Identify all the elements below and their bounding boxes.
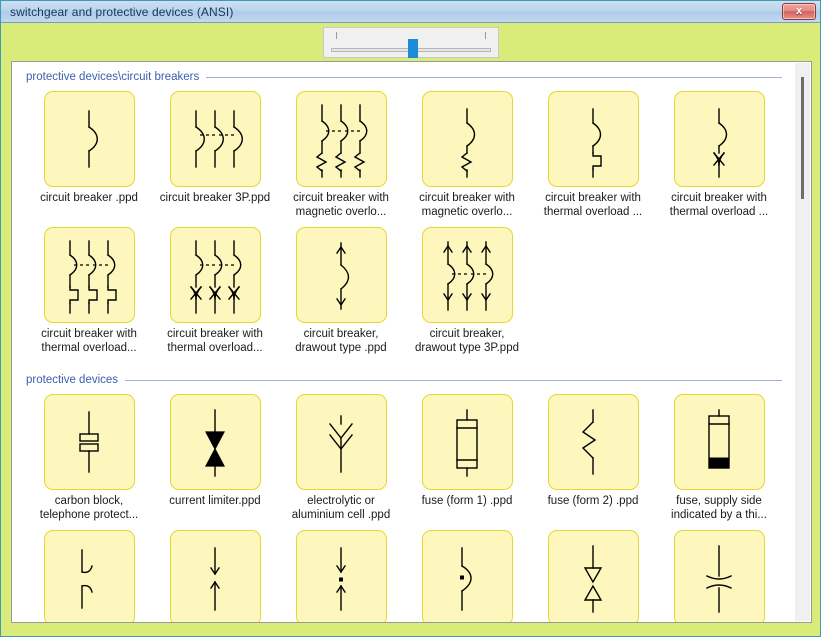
multigap-general-icon[interactable]	[295, 530, 387, 622]
symbol-item[interactable]: fuse (form 2) .ppd	[530, 394, 656, 522]
protective-gap-icon[interactable]	[547, 530, 639, 622]
symbol-label: circuit breaker with thermal overload...	[41, 328, 137, 354]
symbol-label: circuit breaker with thermal overload...	[167, 328, 263, 354]
symbol-item[interactable]: lightning arrester .ppd	[152, 530, 278, 622]
symbol-item[interactable]: sphere gap .ppd	[656, 530, 782, 622]
symbol-item[interactable]: circuit breaker with magnetic overlo...	[404, 91, 530, 219]
circuit-breaker-thermal-x-icon[interactable]	[673, 91, 765, 187]
section-divider	[125, 379, 782, 381]
fuse-form-2-icon[interactable]	[547, 394, 639, 490]
current-limiter-icon[interactable]	[169, 394, 261, 490]
symbol-item[interactable]: current limiter.ppd	[152, 394, 278, 522]
symbol-item[interactable]: multigap, general .ppd	[278, 530, 404, 622]
symbol-label: circuit breaker .ppd	[40, 192, 138, 204]
symbol-label: circuit breaker, drawout type .ppd	[295, 328, 387, 354]
lightning-arrester-icon[interactable]	[169, 530, 261, 622]
symbol-item[interactable]: fuse, supply side indicated by a thi...	[656, 394, 782, 522]
vertical-scrollbar[interactable]	[795, 63, 810, 621]
circuit-breaker-magnetic-3p-icon[interactable]	[295, 91, 387, 187]
symbol-item[interactable]: circuit breaker, drawout type 3P.ppd	[404, 227, 530, 355]
section-title: protective devices\circuit breakers	[26, 71, 200, 83]
network-protector-icon[interactable]	[421, 530, 513, 622]
horn-gap-icon[interactable]	[43, 530, 135, 622]
symbol-label: circuit breaker with thermal overload ..…	[543, 192, 643, 218]
symbol-item[interactable]: horn gap .ppd	[26, 530, 152, 622]
slider-strip	[1, 23, 820, 61]
symbol-item[interactable]: circuit breaker with thermal overload...	[26, 227, 152, 355]
symbol-section: protective devices\circuit breakers circ…	[12, 62, 796, 365]
symbol-label: circuit breaker with magnetic overlo...	[293, 192, 389, 218]
circuit-breaker-3p-icon[interactable]	[169, 91, 261, 187]
symbol-list-content: protective devices\circuit breakers circ…	[12, 62, 796, 622]
symbol-item[interactable]: circuit breaker, drawout type .ppd	[278, 227, 404, 355]
symbol-palette-window: switchgear and protective devices (ANSI)…	[0, 0, 821, 637]
symbol-label: circuit breaker with thermal overload ..…	[669, 192, 769, 218]
slider-thumb[interactable]	[407, 38, 418, 58]
fuse-supply-side-icon[interactable]	[673, 394, 765, 490]
symbol-item[interactable]: circuit breaker with thermal overload ..…	[530, 91, 656, 219]
symbol-item[interactable]: network protector .ppd	[404, 530, 530, 622]
symbol-section: protective devices carbon block, telepho…	[12, 365, 796, 622]
symbol-item[interactable]: circuit breaker with thermal overload...	[152, 227, 278, 355]
slider-tick-min	[335, 31, 337, 39]
section-title: protective devices	[26, 374, 119, 386]
circuit-breaker-drawout-icon[interactable]	[295, 227, 387, 323]
electrolytic-cell-icon[interactable]	[295, 394, 387, 490]
carbon-block-icon[interactable]	[43, 394, 135, 490]
slider-tick-max	[484, 31, 486, 39]
fuse-form-1-icon[interactable]	[421, 394, 513, 490]
scrollbar-thumb[interactable]	[801, 77, 804, 199]
symbol-label: electrolytic or aluminium cell .ppd	[291, 495, 391, 521]
close-button[interactable]: x	[782, 3, 816, 20]
symbol-item[interactable]: carbon block, telephone protect...	[26, 394, 152, 522]
symbol-label: fuse (form 1) .ppd	[421, 495, 513, 507]
section-divider	[206, 76, 782, 78]
symbol-label: fuse, supply side indicated by a thi...	[671, 495, 767, 521]
symbol-grid: circuit breaker .ppd circuit breaker 3P.p…	[12, 87, 796, 365]
symbol-item[interactable]: circuit breaker with magnetic overlo...	[278, 91, 404, 219]
zoom-slider[interactable]	[322, 26, 499, 58]
symbol-item[interactable]: circuit breaker .ppd	[26, 91, 152, 219]
close-icon: x	[795, 5, 803, 17]
symbol-list-pane: protective devices\circuit breakers circ…	[11, 61, 812, 623]
symbol-item[interactable]: fuse (form 1) .ppd	[404, 394, 530, 522]
circuit-breaker-drawout-3p-icon[interactable]	[421, 227, 513, 323]
symbol-label: circuit breaker, drawout type 3P.ppd	[414, 328, 519, 354]
circuit-breaker-magnetic-icon[interactable]	[421, 91, 513, 187]
circuit-breaker-thermal-x-3p-icon[interactable]	[169, 227, 261, 323]
window-title: switchgear and protective devices (ANSI)	[10, 4, 234, 19]
symbol-label: carbon block, telephone protect...	[39, 495, 139, 521]
section-header: protective devices\circuit breakers	[12, 62, 796, 87]
sphere-gap-icon[interactable]	[673, 530, 765, 622]
circuit-breaker-thermal-3p-icon[interactable]	[43, 227, 135, 323]
symbol-item[interactable]: protective gap .ppd	[530, 530, 656, 622]
symbol-label: circuit breaker with magnetic overlo...	[419, 192, 515, 218]
symbol-item[interactable]: circuit breaker 3P.ppd	[152, 91, 278, 219]
circuit-breaker-icon[interactable]	[43, 91, 135, 187]
symbol-grid: carbon block, telephone protect... curre…	[12, 390, 796, 622]
section-header: protective devices	[12, 365, 796, 390]
symbol-label: circuit breaker 3P.ppd	[159, 192, 271, 204]
circuit-breaker-thermal-icon[interactable]	[547, 91, 639, 187]
symbol-label: current limiter.ppd	[169, 495, 261, 507]
title-bar: switchgear and protective devices (ANSI)…	[1, 1, 820, 23]
symbol-item[interactable]: electrolytic or aluminium cell .ppd	[278, 394, 404, 522]
symbol-item[interactable]: circuit breaker with thermal overload ..…	[656, 91, 782, 219]
symbol-label: fuse (form 2) .ppd	[547, 495, 639, 507]
